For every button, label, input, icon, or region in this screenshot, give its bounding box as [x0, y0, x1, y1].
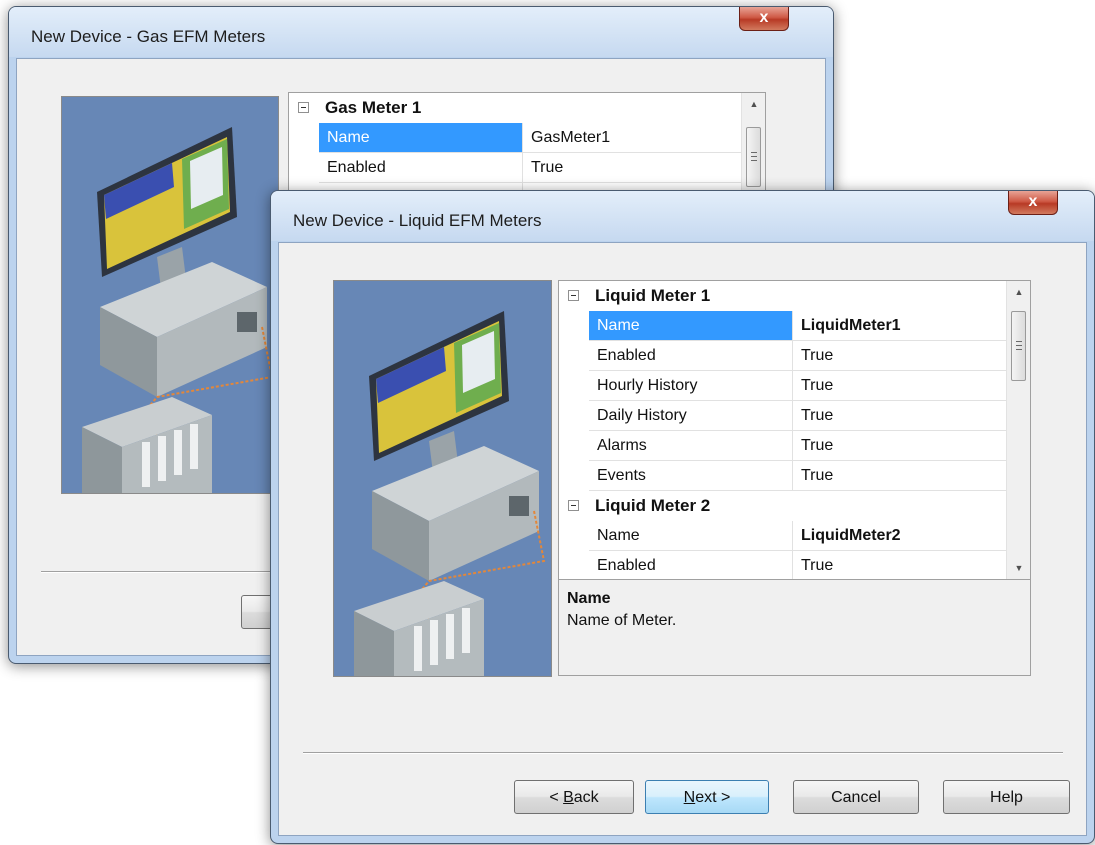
property-row-alarms[interactable]: Alarms True [559, 431, 1008, 461]
window-title: New Device - Gas EFM Meters [31, 27, 266, 46]
property-value[interactable]: True [793, 551, 1008, 579]
property-row-name[interactable]: Name GasMeter1 [289, 123, 743, 153]
property-value[interactable]: True [793, 401, 1008, 431]
device-illustration [61, 96, 279, 494]
property-row-daily-history[interactable]: Daily History True [559, 401, 1008, 431]
property-value[interactable]: True [793, 341, 1008, 371]
property-value[interactable]: True [793, 431, 1008, 461]
property-value[interactable]: True [523, 153, 743, 183]
scroll-up-icon[interactable]: ▲ [1007, 281, 1030, 303]
category-label: Liquid Meter 1 [595, 286, 711, 305]
property-grid[interactable]: Liquid Meter 1 Name LiquidMeter1 Enabled… [558, 280, 1031, 580]
collapse-icon[interactable] [568, 290, 579, 301]
collapse-icon[interactable] [298, 102, 309, 113]
scroll-thumb[interactable] [746, 127, 761, 187]
property-name: Name [319, 123, 523, 153]
category-row[interactable]: Liquid Meter 2 [559, 491, 1008, 521]
property-row-name[interactable]: Name LiquidMeter2 [559, 521, 1008, 551]
property-row-enabled[interactable]: Enabled True [289, 153, 743, 183]
button-separator [41, 571, 301, 573]
scroll-up-icon[interactable]: ▲ [742, 93, 765, 115]
device-illustration [333, 280, 552, 677]
close-button[interactable]: x [739, 7, 789, 31]
back-button[interactable]: < Back [514, 780, 634, 814]
liquid-efm-dialog: New Device - Liquid EFM Meters x Liquid … [270, 190, 1095, 844]
property-name: Enabled [589, 551, 793, 579]
computer-plc-illustration [62, 97, 278, 493]
property-value[interactable]: LiquidMeter2 [793, 521, 1008, 551]
close-button[interactable]: x [1008, 191, 1058, 215]
property-value[interactable]: True [793, 371, 1008, 401]
property-name: Alarms [589, 431, 793, 461]
property-name: Daily History [589, 401, 793, 431]
property-name: Name [589, 521, 793, 551]
property-row-enabled[interactable]: Enabled True [559, 341, 1008, 371]
help-button[interactable]: Help [943, 780, 1070, 814]
dialog-body: Liquid Meter 1 Name LiquidMeter1 Enabled… [278, 242, 1087, 836]
computer-plc-illustration [334, 281, 551, 676]
property-name: Enabled [589, 341, 793, 371]
cancel-button[interactable]: Cancel [793, 780, 919, 814]
scroll-down-icon[interactable]: ▼ [1007, 557, 1030, 579]
category-row[interactable]: Gas Meter 1 [289, 93, 743, 123]
property-row-hourly-history[interactable]: Hourly History True [559, 371, 1008, 401]
property-row-name[interactable]: Name LiquidMeter1 [559, 311, 1008, 341]
button-separator [303, 752, 1063, 754]
scroll-thumb[interactable] [1011, 311, 1026, 381]
category-row[interactable]: Liquid Meter 1 [559, 281, 1008, 311]
property-name: Hourly History [589, 371, 793, 401]
description-text: Name of Meter. [567, 612, 677, 629]
window-title: New Device - Liquid EFM Meters [293, 211, 542, 230]
property-name: Events [589, 461, 793, 491]
close-icon: x [759, 9, 769, 26]
property-row-enabled[interactable]: Enabled True [559, 551, 1008, 579]
property-name: Name [589, 311, 793, 341]
title-bar[interactable]: New Device - Gas EFM Meters x [9, 7, 833, 57]
description-title: Name [567, 590, 611, 607]
next-button[interactable]: Next > [645, 780, 769, 814]
property-value[interactable]: LiquidMeter1 [793, 311, 1008, 341]
description-pane: Name Name of Meter. [558, 579, 1031, 676]
vertical-scrollbar[interactable]: ▲ ▼ [1006, 281, 1030, 579]
property-value[interactable]: True [793, 461, 1008, 491]
property-row-events[interactable]: Events True [559, 461, 1008, 491]
collapse-icon[interactable] [568, 500, 579, 511]
category-label: Gas Meter 1 [325, 98, 422, 117]
category-label: Liquid Meter 2 [595, 496, 711, 515]
property-value[interactable]: GasMeter1 [523, 123, 743, 153]
title-bar[interactable]: New Device - Liquid EFM Meters x [271, 191, 1094, 241]
property-name: Enabled [319, 153, 523, 183]
close-icon: x [1028, 193, 1038, 210]
